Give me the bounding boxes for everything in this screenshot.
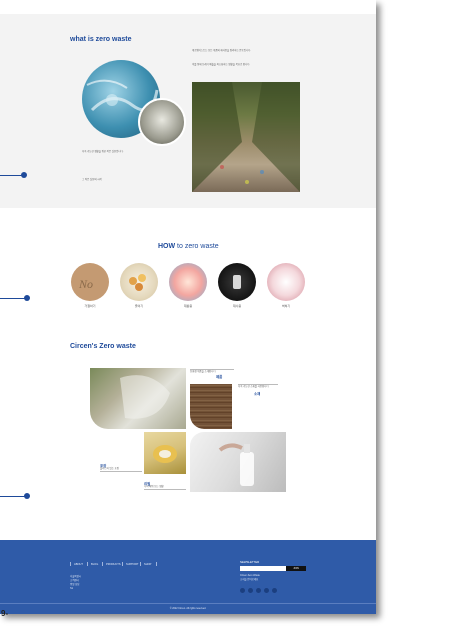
reduce-image[interactable]	[120, 263, 158, 301]
footer-nav-about[interactable]: ABOUT	[74, 563, 83, 566]
nav-separator	[87, 562, 88, 566]
newsletter-note-2: 소식을 받아보세요	[240, 578, 259, 581]
svg-text:No: No	[78, 277, 93, 291]
section-marker-line	[0, 496, 27, 497]
section-title-what-is: what is zero waste	[70, 36, 132, 43]
nav-separator	[140, 562, 141, 566]
section-marker-line	[0, 298, 27, 299]
footer-info-4: Tel	[70, 587, 74, 590]
paper-tape-image[interactable]	[144, 432, 186, 474]
wood-texture-image[interactable]	[190, 384, 232, 429]
newsletter-email-input[interactable]	[240, 566, 286, 571]
section-title-how: HOW to zero waste	[158, 243, 219, 250]
facebook-icon[interactable]	[248, 588, 253, 593]
instagram-icon[interactable]	[240, 588, 245, 593]
newsletter-title: NEWSLETTER	[240, 560, 260, 564]
plastic-bag-image	[138, 98, 186, 146]
copyright-text: © 2022 Circen. All rights reserved.	[169, 607, 207, 610]
nav-separator	[122, 562, 123, 566]
footer-nav-shop[interactable]: SHOP	[144, 563, 151, 566]
nav-separator	[102, 562, 103, 566]
nav-separator	[70, 562, 71, 566]
bubble-wrap-image[interactable]	[90, 368, 186, 429]
footer-divider	[0, 603, 376, 604]
landfill-path-image	[192, 82, 300, 192]
how-label-5: 썩히기	[281, 304, 291, 308]
how-label-1: 거절하기	[84, 304, 96, 308]
how-label-4: 재사용	[232, 304, 242, 308]
section-marker-dot	[21, 172, 27, 178]
refill-bottle-image[interactable]	[190, 432, 286, 492]
section-marker-dot	[24, 295, 30, 301]
recycle-image[interactable]	[169, 263, 207, 301]
card-desc-3: 플라스틱 없는 포장	[100, 467, 142, 472]
page-number-label: 9-	[1, 609, 9, 618]
nav-separator	[156, 562, 157, 566]
section-marker-dot	[24, 493, 30, 499]
how-label-2: 줄이기	[134, 304, 144, 308]
footer-nav-products[interactable]: PRODUCTS	[106, 563, 121, 566]
footer-nav-support[interactable]: SUPPORT	[126, 563, 139, 566]
twitter-icon[interactable]	[256, 588, 261, 593]
how-label-3: 재활용	[183, 304, 193, 308]
card-desc-2: 지속 가능한 소재를 사용합니다	[238, 384, 278, 389]
section-title-circen: Circen's Zero waste	[70, 343, 136, 350]
web-page: what is zero waste 제로웨이스트는 모든 제품의 재사용을 장…	[0, 0, 376, 614]
left-caption: 그 작은 실천의 시작	[82, 178, 102, 181]
card-title-2: 소재	[254, 392, 261, 396]
reuse-image[interactable]	[218, 263, 256, 301]
youtube-icon[interactable]	[264, 588, 269, 593]
sub-paragraph: 이를 통해 쓰레기 배출을 최소화하는 생활을 목표로 합니다.	[192, 63, 251, 66]
section-what-is-zero-waste	[0, 14, 376, 208]
refuse-image[interactable]: No	[71, 263, 109, 301]
intro-paragraph: 제로웨이스트는 모든 제품의 재사용을 장려하는 운동입니다.	[192, 49, 251, 52]
card-title-1: 제품	[216, 375, 223, 379]
left-paragraph: 지속 가능한 생활을 위한 작은 실천입니다.	[82, 150, 124, 153]
site-footer: ABOUT BLOG PRODUCTS SUPPORT SHOP 서울특별시 고…	[0, 540, 376, 614]
rot-image[interactable]	[267, 263, 305, 301]
card-desc-4: 다시 채워 쓰는 생활	[144, 485, 186, 490]
blog-icon[interactable]	[272, 588, 277, 593]
newsletter-join-button[interactable]: JOIN	[286, 566, 306, 571]
how-rest: to zero waste	[175, 243, 219, 250]
footer-nav-blog[interactable]: BLOG	[91, 563, 98, 566]
how-bold: HOW	[158, 243, 176, 250]
card-desc-1: 친환경 제품을 소개합니다	[190, 369, 234, 374]
